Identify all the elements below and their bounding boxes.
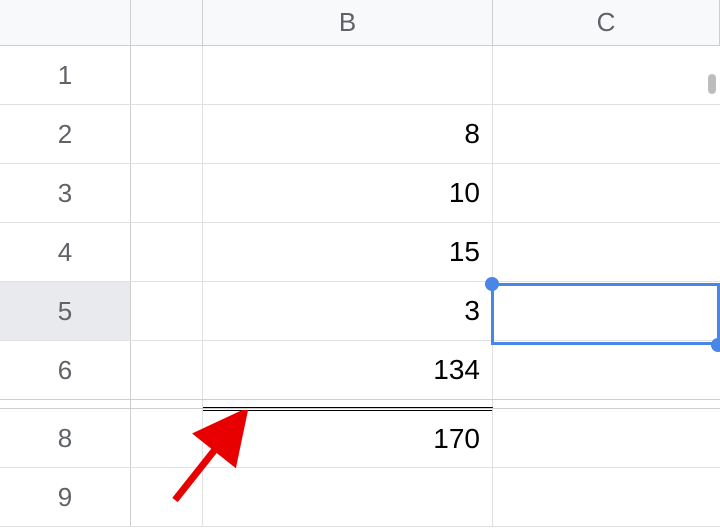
cell-c8[interactable]: [493, 409, 720, 467]
selection-handle-bottom-right[interactable]: [711, 338, 720, 352]
cell-a9[interactable]: [131, 468, 203, 526]
row-5: 5 3: [0, 282, 720, 341]
row-header-4[interactable]: 4: [0, 223, 131, 281]
scroll-indicator: [708, 74, 716, 94]
cell-a6[interactable]: [131, 341, 203, 399]
cell-a8[interactable]: [131, 409, 203, 467]
row-9: 9: [0, 468, 720, 527]
cell-b9[interactable]: [203, 468, 493, 526]
cell-c4[interactable]: [493, 223, 720, 281]
cell-c2[interactable]: [493, 105, 720, 163]
corner-select-all[interactable]: [0, 0, 131, 45]
cell-b8[interactable]: 170: [203, 407, 493, 467]
cell-b6[interactable]: 134: [203, 341, 493, 399]
row-header-6[interactable]: 6: [0, 341, 131, 399]
row-header-2[interactable]: 2: [0, 105, 131, 163]
cell-b3[interactable]: 10: [203, 164, 493, 222]
cell-c9[interactable]: [493, 468, 720, 526]
spreadsheet-viewport: B C 1 2 8 3 10 4 15 5 3 6 134: [0, 0, 720, 528]
cell-a1[interactable]: [131, 46, 203, 104]
row-6: 6 134: [0, 341, 720, 400]
row-8: 8 170: [0, 409, 720, 468]
cell-a5[interactable]: [131, 282, 203, 340]
row-header-1[interactable]: 1: [0, 46, 131, 104]
cell-c1[interactable]: [493, 46, 720, 104]
column-header-stub[interactable]: [131, 0, 203, 45]
column-header-c[interactable]: C: [493, 0, 720, 45]
cell-a2[interactable]: [131, 105, 203, 163]
cell-b1[interactable]: [203, 46, 493, 104]
row-4: 4 15: [0, 223, 720, 282]
cell-c5[interactable]: [493, 282, 720, 340]
row-header-5[interactable]: 5: [0, 282, 131, 340]
row-header-8[interactable]: 8: [0, 409, 131, 467]
cell-b2[interactable]: 8: [203, 105, 493, 163]
cell-b4[interactable]: 15: [203, 223, 493, 281]
cell-a3[interactable]: [131, 164, 203, 222]
row-3: 3 10: [0, 164, 720, 223]
column-header-row: B C: [0, 0, 720, 46]
row-header-3[interactable]: 3: [0, 164, 131, 222]
cell-b5[interactable]: 3: [203, 282, 493, 340]
cell-a4[interactable]: [131, 223, 203, 281]
cell-c3[interactable]: [493, 164, 720, 222]
row-1: 1: [0, 46, 720, 105]
row-2: 2 8: [0, 105, 720, 164]
row-header-9[interactable]: 9: [0, 468, 131, 526]
cell-c6[interactable]: [493, 341, 720, 399]
selection-handle-top-left[interactable]: [485, 277, 499, 291]
column-header-b[interactable]: B: [203, 0, 493, 45]
